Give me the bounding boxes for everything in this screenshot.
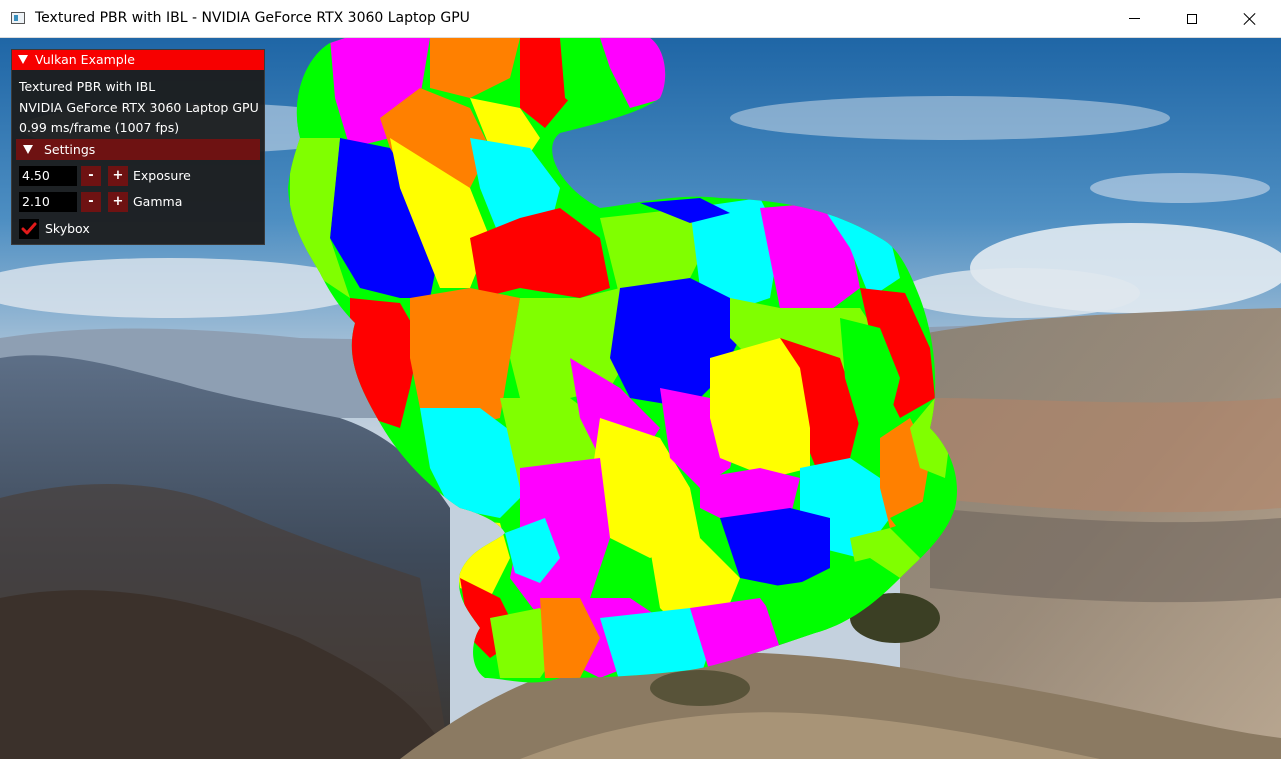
title-bar[interactable]: Textured PBR with IBL - NVIDIA GeForce R… [0,0,1281,38]
collapse-arrow-icon[interactable] [18,55,28,64]
gpu-name-text: NVIDIA GeForce RTX 3060 Laptop GPU [19,100,259,115]
exposure-decrease-button[interactable]: - [81,166,101,186]
panel-title: Vulkan Example [35,52,135,67]
panel-header[interactable]: Vulkan Example [12,50,264,70]
minimize-icon [1128,18,1140,19]
gamma-increase-button[interactable]: + [108,192,128,212]
close-button[interactable] [1221,0,1279,37]
checkmark-icon [21,222,37,235]
settings-arrow-icon[interactable] [23,145,33,154]
skybox-label: Skybox [45,221,90,236]
app-icon [11,12,25,24]
settings-title: Settings [44,142,96,157]
skybox-checkbox[interactable] [19,219,39,239]
minimize-button[interactable] [1105,0,1163,37]
settings-header[interactable]: Settings [16,139,260,160]
app-name-text: Textured PBR with IBL [19,79,156,94]
exposure-increase-button[interactable]: + [108,166,128,186]
frame-stats-text: 0.99 ms/frame (1007 fps) [19,120,180,135]
gamma-decrease-button[interactable]: - [81,192,101,212]
imgui-panel[interactable]: Vulkan Example Textured PBR with IBL NVI… [11,49,265,245]
exposure-input[interactable]: 4.50 [19,166,77,186]
app-window: Textured PBR with IBL - NVIDIA GeForce R… [0,0,1281,759]
window-title: Textured PBR with IBL - NVIDIA GeForce R… [35,10,470,26]
close-icon [1243,12,1257,26]
maximize-button[interactable] [1163,0,1221,37]
maximize-icon [1187,13,1197,24]
exposure-label: Exposure [133,168,191,183]
gamma-label: Gamma [133,194,183,209]
gamma-input[interactable]: 2.10 [19,192,77,212]
